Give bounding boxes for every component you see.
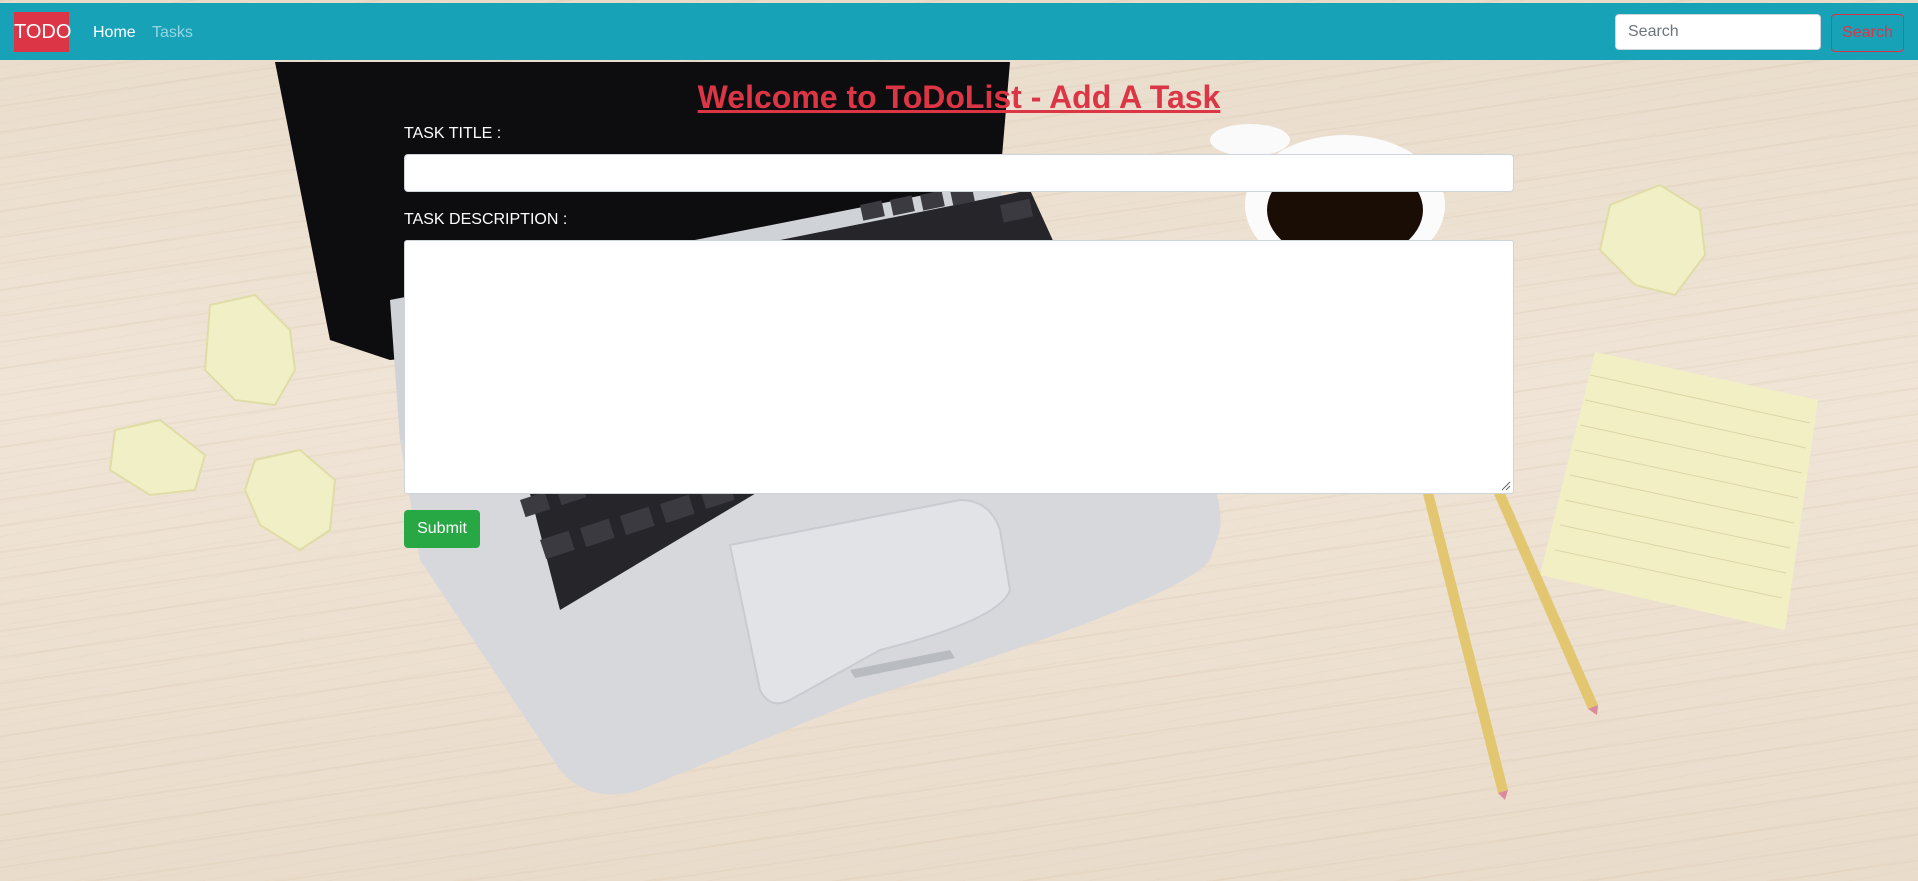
resize-handle-icon[interactable] — [1501, 481, 1511, 491]
brand-logo[interactable]: TODO — [14, 12, 71, 52]
task-description-textarea[interactable] — [404, 240, 1514, 494]
search-input[interactable] — [1615, 14, 1821, 50]
search-button[interactable]: Search — [1831, 14, 1904, 52]
submit-button[interactable]: Submit — [404, 510, 480, 548]
navbar: TODO Home Tasks Search — [0, 3, 1918, 60]
task-description-label: TASK DESCRIPTION : — [404, 211, 568, 228]
task-title-input[interactable] — [404, 154, 1514, 192]
page-title: Welcome to ToDoList - Add A Task — [697, 79, 1221, 115]
nav-link-home[interactable]: Home — [93, 23, 136, 43]
nav-link-tasks[interactable]: Tasks — [152, 23, 193, 43]
sticky-note-icon — [1540, 352, 1818, 630]
task-title-label: TASK TITLE : — [404, 125, 502, 142]
